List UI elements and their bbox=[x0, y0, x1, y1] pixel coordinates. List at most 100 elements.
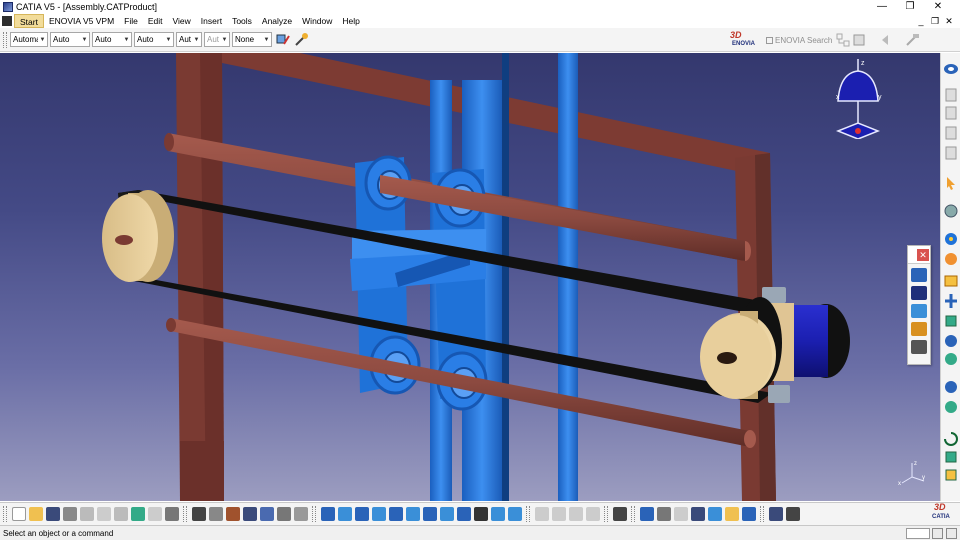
zoom-out-icon[interactable] bbox=[405, 507, 420, 521]
insert-component-icon[interactable] bbox=[943, 105, 959, 121]
enovia-search-button[interactable]: ENOVIA Search bbox=[766, 36, 832, 45]
hide-show-icon[interactable] bbox=[490, 507, 505, 521]
product-structure-icon[interactable] bbox=[943, 87, 959, 103]
menu-window[interactable]: Window bbox=[297, 14, 337, 28]
offset-constraint-icon[interactable] bbox=[943, 313, 959, 329]
clash-icon[interactable] bbox=[943, 251, 959, 267]
reaction-icon[interactable] bbox=[225, 507, 240, 521]
previous-icon[interactable] bbox=[656, 507, 671, 521]
line-type-combo[interactable]: Auto ▼ bbox=[134, 32, 174, 47]
material-icon[interactable] bbox=[724, 507, 739, 521]
isometric-view-icon[interactable] bbox=[456, 507, 471, 521]
tree-view-icon[interactable] bbox=[836, 33, 850, 47]
toolbar-grip[interactable] bbox=[526, 506, 530, 522]
guide-post-4[interactable] bbox=[502, 53, 509, 501]
paste-icon[interactable] bbox=[113, 507, 128, 521]
menu-tools[interactable]: Tools bbox=[227, 14, 257, 28]
save-icon[interactable] bbox=[45, 507, 60, 521]
compass-tool-icon[interactable] bbox=[293, 507, 308, 521]
update-icon[interactable] bbox=[943, 379, 959, 395]
knowledge-icon[interactable] bbox=[208, 507, 223, 521]
restore-button[interactable]: ❐ bbox=[896, 0, 924, 14]
fix-component-icon[interactable] bbox=[943, 351, 959, 367]
normal-view-icon[interactable] bbox=[422, 507, 437, 521]
multi-view-icon[interactable] bbox=[439, 507, 454, 521]
measure-item-icon[interactable] bbox=[785, 507, 800, 521]
rotate-icon[interactable] bbox=[371, 507, 386, 521]
cut-icon[interactable] bbox=[79, 507, 94, 521]
transparency-combo[interactable]: Auto ▼ bbox=[50, 32, 90, 47]
insert-product-icon[interactable] bbox=[943, 125, 959, 141]
fit-all-icon[interactable] bbox=[337, 507, 352, 521]
catalog-icon[interactable] bbox=[276, 507, 291, 521]
redo-icon[interactable] bbox=[147, 507, 162, 521]
open-icon[interactable] bbox=[28, 507, 43, 521]
undo-icon[interactable] bbox=[130, 507, 145, 521]
minimize-button[interactable]: — bbox=[868, 0, 896, 14]
line-thickness-combo[interactable]: Auto ▼ bbox=[92, 32, 132, 47]
bill-of-material-icon[interactable] bbox=[943, 467, 959, 483]
menu-enovia[interactable]: ENOVIA V5 VPM bbox=[44, 14, 119, 28]
doc-minimize-button[interactable]: _ bbox=[914, 14, 928, 28]
toolbar-grip[interactable] bbox=[183, 506, 187, 522]
toolbar-grip[interactable] bbox=[760, 506, 764, 522]
assembly-workbench-icon[interactable] bbox=[943, 61, 959, 77]
manipulate-icon[interactable] bbox=[943, 175, 959, 191]
copy-icon[interactable] bbox=[96, 507, 111, 521]
swap-space-icon[interactable] bbox=[507, 507, 522, 521]
menu-help[interactable]: Help bbox=[337, 14, 364, 28]
next-icon[interactable] bbox=[673, 507, 688, 521]
explode-icon[interactable] bbox=[943, 231, 959, 247]
print-icon[interactable] bbox=[62, 507, 77, 521]
floating-toolbar[interactable]: ✕ bbox=[907, 245, 931, 365]
doc-restore-button[interactable]: ❐ bbox=[928, 14, 942, 28]
whats-this-icon[interactable] bbox=[164, 507, 179, 521]
document-icon[interactable] bbox=[2, 16, 12, 26]
close-icon[interactable]: ✕ bbox=[917, 248, 929, 261]
contact-constraint-icon[interactable] bbox=[943, 293, 959, 309]
power-input-field[interactable] bbox=[906, 527, 930, 539]
3d-viewport[interactable]: z x y z x y bbox=[0, 53, 940, 501]
close-button[interactable]: ✕ bbox=[924, 0, 952, 14]
compass[interactable]: z x y bbox=[828, 59, 888, 140]
simulation-icon[interactable] bbox=[911, 268, 927, 282]
toolbar-grip[interactable] bbox=[3, 31, 7, 48]
coincidence-constraint-icon[interactable] bbox=[943, 273, 959, 289]
angle-constraint-icon[interactable] bbox=[943, 333, 959, 349]
search-icon[interactable] bbox=[690, 507, 705, 521]
color-combo[interactable]: Automa ▼ bbox=[10, 32, 48, 47]
navigation-icon[interactable] bbox=[639, 507, 654, 521]
status-icon-1[interactable] bbox=[932, 527, 943, 539]
pan-icon[interactable] bbox=[354, 507, 369, 521]
measure-between-icon[interactable] bbox=[768, 507, 783, 521]
format-painter-icon[interactable] bbox=[275, 32, 291, 48]
law-icon[interactable] bbox=[259, 507, 274, 521]
apply-material-icon[interactable] bbox=[741, 507, 756, 521]
back-arrow-icon[interactable] bbox=[878, 32, 894, 48]
menu-analyze[interactable]: Analyze bbox=[257, 14, 297, 28]
toolbar-grip[interactable] bbox=[631, 506, 635, 522]
hammer-icon[interactable] bbox=[904, 32, 920, 48]
insert-part-icon[interactable] bbox=[943, 145, 959, 161]
formula-icon[interactable] bbox=[191, 507, 206, 521]
floating-toolbar-header[interactable]: ✕ bbox=[908, 246, 930, 264]
left-pulley[interactable] bbox=[102, 190, 174, 282]
toolbar-grip[interactable] bbox=[3, 506, 7, 522]
menu-file[interactable]: File bbox=[119, 14, 143, 28]
sequence-icon[interactable] bbox=[911, 304, 927, 318]
menu-insert[interactable]: Insert bbox=[196, 14, 227, 28]
sectioning-icon[interactable] bbox=[943, 399, 959, 415]
toolbar-grip[interactable] bbox=[312, 506, 316, 522]
zoom-in-icon[interactable] bbox=[388, 507, 403, 521]
document-grid-icon[interactable] bbox=[852, 33, 866, 47]
toolbar-grip[interactable] bbox=[604, 506, 608, 522]
menu-edit[interactable]: Edit bbox=[143, 14, 168, 28]
track-icon[interactable] bbox=[911, 286, 927, 300]
doc-close-button[interactable]: ✕ bbox=[942, 14, 956, 28]
frame-bottom-left[interactable] bbox=[180, 441, 224, 501]
analysis-icon[interactable] bbox=[943, 449, 959, 465]
fly-mode-icon[interactable] bbox=[320, 507, 335, 521]
scenario-icon[interactable] bbox=[911, 322, 927, 336]
shading-icon[interactable] bbox=[473, 507, 488, 521]
menu-view[interactable]: View bbox=[168, 14, 196, 28]
